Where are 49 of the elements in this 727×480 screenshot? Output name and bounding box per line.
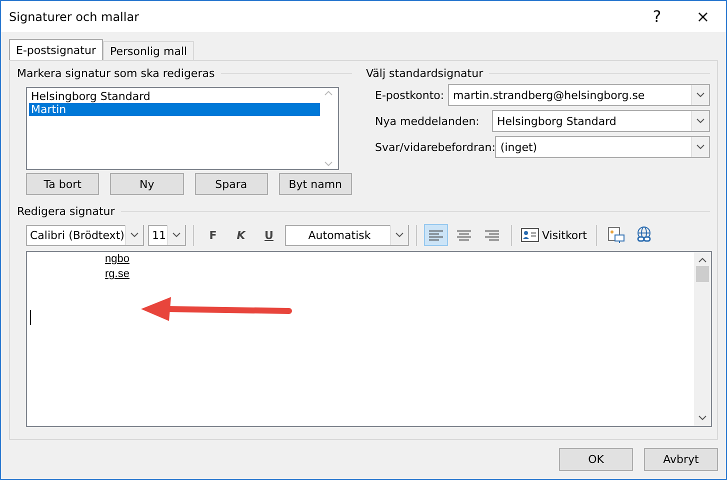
group-label: Redigera signatur: [17, 205, 115, 218]
group-label: Markera signatur som ska redigeras: [17, 67, 215, 80]
tab[interactable]: Personlig mall: [102, 41, 194, 60]
scroll-down-icon[interactable]: [698, 415, 707, 421]
signature-text: rg.se: [105, 267, 130, 282]
group-label: Välj standardsignatur: [366, 67, 484, 80]
picture-monitor-icon: [606, 226, 625, 244]
text-caret: [30, 310, 31, 325]
chevron-icon: [395, 232, 404, 238]
chevron-icon: [696, 144, 705, 150]
field-label: Nya meddelanden:: [375, 114, 480, 128]
align-left-icon: [429, 230, 443, 240]
list-item[interactable]: Helsingborg Standard: [29, 90, 320, 103]
tab[interactable]: E-postsignatur: [9, 39, 103, 60]
dropdown[interactable]: martin.strandberg@helsingborg.se: [448, 84, 710, 106]
field-label: E-postkonto:: [375, 88, 444, 102]
scrollbar-thumb[interactable]: [696, 266, 709, 282]
dialog-button[interactable]: OK: [559, 448, 633, 471]
chevron-icon: [130, 232, 139, 238]
dropdown[interactable]: 11: [148, 224, 186, 246]
list-item[interactable]: Martin: [29, 103, 320, 116]
scroll-up-icon[interactable]: [698, 257, 707, 263]
bold-button[interactable]: F: [201, 224, 225, 246]
help-button[interactable]: ?: [634, 1, 680, 32]
action-button[interactable]: Byt namn: [278, 173, 352, 195]
contact-card-icon: [521, 228, 539, 242]
action-button[interactable]: Ny: [110, 173, 184, 195]
chevron-icon: [172, 232, 181, 238]
chevron-icon: [696, 118, 705, 124]
business-card-button[interactable]: Visitkort: [519, 224, 589, 246]
signature-text: ngbo: [105, 252, 130, 267]
dropdown[interactable]: Calibri (Brödtext): [26, 224, 144, 246]
chevron-icon: [696, 92, 705, 98]
dropdown[interactable]: Automatisk: [285, 224, 409, 246]
dropdown[interactable]: Helsingborg Standard: [492, 110, 710, 132]
action-button[interactable]: Spara: [194, 173, 268, 195]
signature-editor[interactable]: ngbo rg.se: [26, 251, 712, 427]
globe-link-icon: [634, 226, 653, 244]
dialog-button[interactable]: Avbryt: [644, 448, 718, 471]
dropdown[interactable]: (inget): [495, 136, 710, 158]
align-center-icon: [457, 230, 471, 240]
close-button[interactable]: ×: [680, 1, 726, 32]
field-label: Svar/vidarebefordran:: [375, 140, 496, 154]
align-right-icon: [485, 230, 499, 240]
action-button[interactable]: Ta bort: [26, 173, 100, 195]
align-left-button[interactable]: [424, 224, 448, 246]
underline-button[interactable]: U: [257, 224, 281, 246]
window-title: Signaturer och mallar: [9, 10, 140, 24]
italic-button[interactable]: K: [229, 224, 253, 246]
